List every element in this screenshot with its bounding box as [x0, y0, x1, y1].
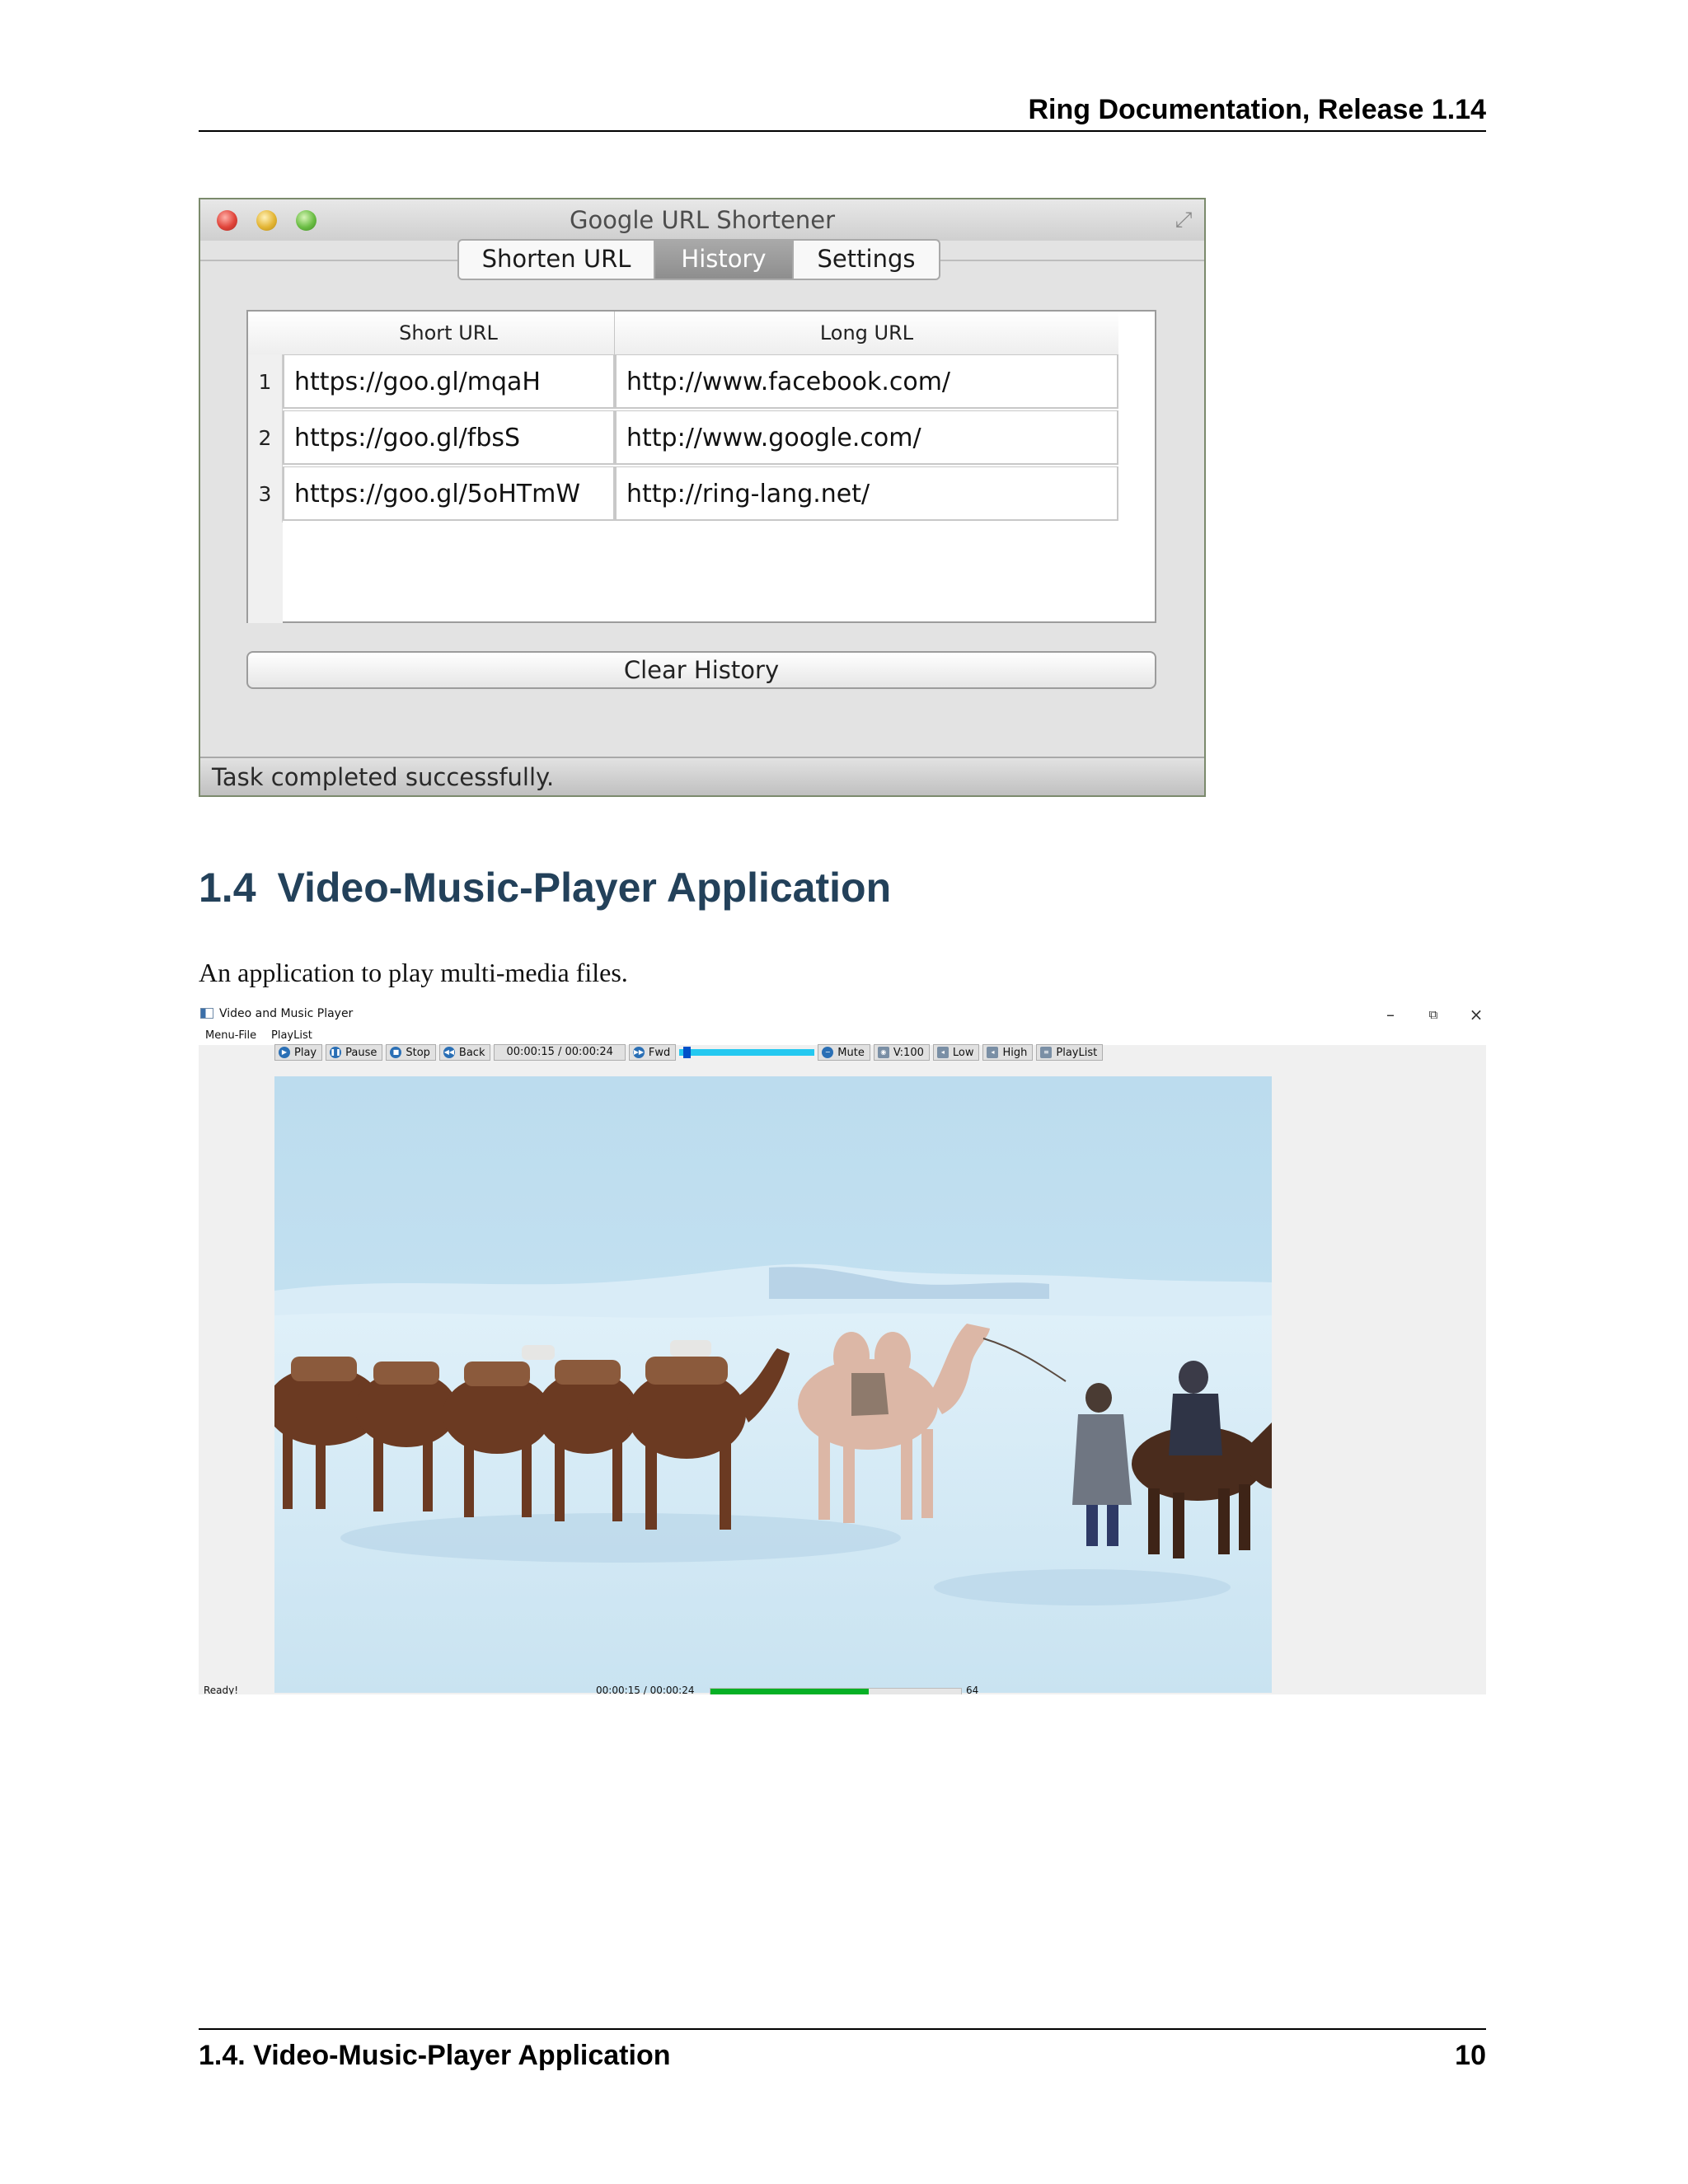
status-text: Task completed successfully. — [212, 763, 555, 791]
status-text: Ready! — [204, 1685, 239, 1694]
playlist-button[interactable]: ≡ PlayList — [1036, 1044, 1104, 1061]
document-title: Ring Documentation, Release 1.14 — [1028, 94, 1487, 125]
bottom-extra-label: 64 — [966, 1685, 979, 1694]
fullscreen-icon[interactable]: ⤢ — [1171, 208, 1196, 232]
pause-icon: ❚❚ — [330, 1047, 342, 1058]
forward-button[interactable]: ▶▶ Fwd — [628, 1044, 677, 1061]
short-url-cell[interactable]: https://goo.gl/mqaH — [283, 354, 615, 409]
tab-bar: Shorten URL History Settings — [457, 239, 940, 280]
position-slider[interactable] — [679, 1047, 815, 1058]
volume-icon: ◉ — [877, 1047, 889, 1058]
window-title: Google URL Shortener — [569, 206, 836, 234]
speaker-low-icon: ◂ — [936, 1047, 949, 1058]
window-titlebar: Google URL Shortener ⤢ — [200, 199, 1204, 241]
video-frame-image — [274, 1076, 1272, 1693]
close-icon[interactable]: × — [1460, 1004, 1486, 1025]
restore-icon[interactable]: ⧉ — [1417, 1004, 1450, 1025]
play-icon: ▶ — [279, 1047, 290, 1058]
tab-settings[interactable]: Settings — [794, 241, 939, 279]
table-row[interactable]: 1 https://goo.gl/mqaH http://www.faceboo… — [248, 354, 1118, 410]
row-number: 3 — [248, 466, 283, 523]
volume-low-button[interactable]: ◂ Low — [932, 1044, 980, 1061]
high-label: High — [1002, 1046, 1028, 1059]
back-label: Back — [458, 1046, 485, 1059]
long-url-cell[interactable]: http://www.google.com/ — [615, 410, 1118, 465]
section-paragraph: An application to play multi-media files… — [199, 958, 628, 987]
pause-label: Pause — [345, 1046, 377, 1059]
menu-playlist[interactable]: PlayList — [271, 1029, 312, 1042]
toolbar-time-display: 00:00:15 / 00:00:24 — [494, 1044, 626, 1061]
mute-label: Mute — [837, 1046, 865, 1059]
volume-label: V:100 — [893, 1046, 924, 1059]
tab-shorten-url[interactable]: Shorten URL — [459, 241, 655, 279]
section-heading: 1.4 Video-Music-Player Application — [199, 864, 891, 912]
video-player-window: Video and Music Player – ⧉ × Menu-File P… — [199, 1002, 1486, 1694]
fwd-label: Fwd — [648, 1046, 671, 1059]
forward-icon: ▶▶ — [632, 1047, 645, 1058]
stop-icon: ■ — [390, 1047, 402, 1058]
low-label: Low — [952, 1046, 974, 1059]
volume-button[interactable]: ◉ V:100 — [873, 1044, 930, 1061]
rewind-icon: ◀◀ — [443, 1047, 455, 1058]
playlist-label: PlayList — [1056, 1046, 1098, 1059]
tab-history[interactable]: History — [655, 241, 794, 279]
row-number: 2 — [248, 410, 283, 466]
back-button[interactable]: ◀◀ Back — [438, 1044, 491, 1061]
play-label: Play — [294, 1046, 317, 1059]
window-titlebar: Video and Music Player – ⧉ × — [199, 1002, 1486, 1027]
column-header-long-url[interactable]: Long URL — [615, 312, 1118, 354]
progress-fill — [710, 1689, 869, 1694]
minimize-icon[interactable]: – — [1374, 1004, 1407, 1025]
page-number: 10 — [1455, 2040, 1486, 2071]
stop-button[interactable]: ■ Stop — [386, 1044, 436, 1061]
playback-progress-bar[interactable] — [710, 1688, 962, 1694]
footer-section-title: 1.4. Video-Music-Player Application — [199, 2040, 671, 2071]
video-display[interactable] — [274, 1076, 1272, 1693]
slider-thumb[interactable] — [682, 1047, 691, 1058]
bottom-time-display: 00:00:15 / 00:00:24 — [596, 1685, 695, 1694]
play-button[interactable]: ▶ Play — [274, 1044, 323, 1061]
page-header: Ring Documentation, Release 1.14 — [199, 92, 1486, 132]
short-url-cell[interactable]: https://goo.gl/5oHTmW — [283, 466, 615, 521]
table-header: Short URL Long URL — [248, 312, 1118, 355]
player-toolbar: ▶ Play ❚❚ Pause ■ Stop ◀◀ Back 00:00:15 / 00… — [274, 1044, 1106, 1061]
mute-button[interactable]: − Mute — [818, 1044, 870, 1061]
column-header-short-url[interactable]: Short URL — [283, 312, 615, 354]
playlist-icon: ≡ — [1040, 1047, 1053, 1058]
menu-bar: Menu-File PlayList — [199, 1027, 1486, 1045]
stop-label: Stop — [406, 1046, 430, 1059]
app-icon — [200, 1008, 213, 1019]
section-number: 1.4 — [199, 865, 256, 911]
section-title: Video-Music-Player Application — [277, 865, 892, 911]
short-url-cell[interactable]: https://goo.gl/fbsS — [283, 410, 615, 465]
history-table[interactable]: Short URL Long URL 1 https://goo.gl/mqaH… — [246, 310, 1156, 623]
clear-history-button[interactable]: Clear History — [246, 651, 1156, 689]
page-footer: 1.4. Video-Music-Player Application 10 — [199, 2028, 1486, 2071]
url-shortener-window: Google URL Shortener ⤢ Shorten URL Histo… — [199, 198, 1206, 797]
menu-file[interactable]: Menu-File — [205, 1029, 256, 1042]
slider-fill — [679, 1049, 815, 1056]
table-row[interactable]: 2 https://goo.gl/fbsS http://www.google.… — [248, 410, 1118, 466]
table-row[interactable]: 3 https://goo.gl/5oHTmW http://ring-lang… — [248, 466, 1118, 523]
row-number: 1 — [248, 354, 283, 410]
speaker-high-icon: ◂ — [987, 1047, 999, 1058]
mute-icon: − — [822, 1047, 834, 1058]
status-bar: Task completed successfully. — [200, 757, 1204, 795]
table-corner — [248, 312, 283, 354]
long-url-cell[interactable]: http://ring-lang.net/ — [615, 466, 1118, 521]
pause-button[interactable]: ❚❚ Pause — [326, 1044, 383, 1061]
volume-high-button[interactable]: ◂ High — [982, 1044, 1034, 1061]
window-title: Video and Music Player — [219, 1007, 354, 1020]
long-url-cell[interactable]: http://www.facebook.com/ — [615, 354, 1118, 409]
